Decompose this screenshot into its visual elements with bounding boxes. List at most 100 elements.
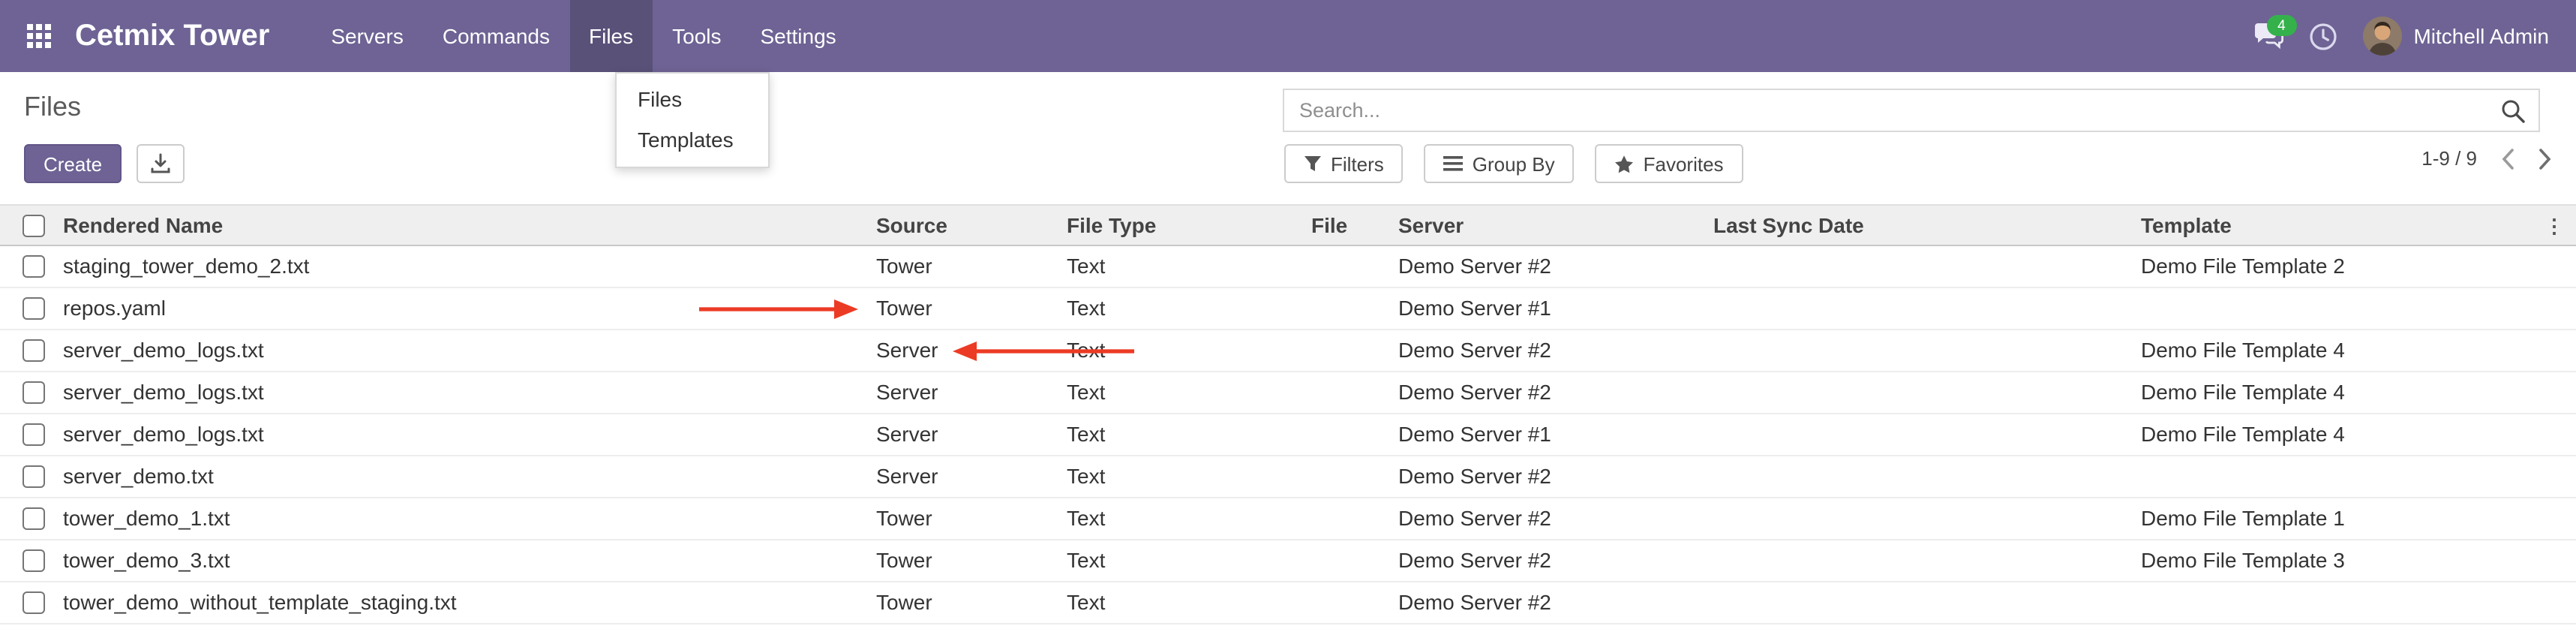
cell-template: Demo File Template 1 [2132,498,2532,539]
messages-button[interactable]: 4 [2253,23,2283,50]
row-checkbox[interactable] [23,381,45,404]
brand-title[interactable]: Cetmix Tower [75,19,269,53]
row-checkbox[interactable] [23,549,45,572]
list-actions: Create [24,144,185,183]
nav-menu-settings[interactable]: Settings [741,0,856,72]
cell-last-sync [1704,414,2132,455]
cell-source: Tower [867,540,1058,581]
cell-file-type: Text [1058,414,1302,455]
column-header-template[interactable]: Template [2132,206,2532,245]
clock-icon [2308,22,2337,50]
cell-file-type: Text [1058,372,1302,413]
cell-file [1302,372,1389,413]
pager-next-button[interactable] [2538,148,2552,169]
nav-menu-commands[interactable]: Commands [423,0,569,72]
row-checkbox[interactable] [23,297,45,320]
group-by-bars-icon [1444,155,1464,173]
cell-server: Demo Server #2 [1389,456,1704,497]
search-view-actions: Filters Group By Favorites [1284,144,1743,183]
cell-source: Server [867,372,1058,413]
cell-server: Demo Server #2 [1389,372,1704,413]
cell-rendered-name: staging_tower_demo_2.txt [54,246,867,287]
cell-last-sync [1704,330,2132,371]
cell-server: Demo Server #2 [1389,582,1704,623]
cell-last-sync [1704,288,2132,329]
cell-file [1302,330,1389,371]
cell-file-type: Text [1058,246,1302,287]
cell-last-sync [1704,372,2132,413]
cell-file [1302,540,1389,581]
table-row[interactable]: server_demo_logs.txt Server Text Demo Se… [0,372,2576,414]
row-checkbox[interactable] [23,591,45,614]
search-icon[interactable] [2501,98,2525,122]
cell-template: Demo File Template 4 [2132,414,2532,455]
apps-grid-icon [27,24,51,48]
cell-server: Demo Server #1 [1389,414,1704,455]
column-header-server[interactable]: Server [1389,206,1704,245]
star-icon [1615,154,1635,173]
apps-menu-button[interactable] [18,0,60,72]
table-row[interactable]: tower_demo_without_template_staging.txt … [0,582,2576,624]
cell-rendered-name: tower_demo_3.txt [54,540,867,581]
nav-menu-files[interactable]: Files [569,0,653,72]
row-checkbox[interactable] [23,465,45,488]
dropdown-item-templates[interactable]: Templates [617,120,768,161]
column-header-source[interactable]: Source [867,206,1058,245]
cell-last-sync [1704,456,2132,497]
cell-rendered-name: server_demo.txt [54,456,867,497]
column-header-file-type[interactable]: File Type [1058,206,1302,245]
cell-file-type: Text [1058,498,1302,539]
files-menu-dropdown: Files Templates [615,72,770,168]
activities-button[interactable] [2308,22,2337,50]
download-icon [150,153,171,174]
cell-last-sync [1704,498,2132,539]
cell-template [2132,456,2532,497]
export-button[interactable] [137,144,185,183]
table-row[interactable]: server_demo.txt Server Text Demo Server … [0,456,2576,498]
cell-rendered-name: tower_demo_without_template_staging.txt [54,582,867,623]
table-row[interactable]: staging_tower_demo_2.txt Tower Text Demo… [0,246,2576,288]
row-checkbox[interactable] [23,423,45,446]
table-row[interactable]: tower_demo_1.txt Tower Text Demo Server … [0,498,2576,540]
cell-file [1302,288,1389,329]
cell-source: Tower [867,246,1058,287]
row-checkbox[interactable] [23,255,45,278]
cell-server: Demo Server #2 [1389,498,1704,539]
table-row[interactable]: server_demo_logs.txt Server Text Demo Se… [0,414,2576,456]
files-list-table: Rendered Name Source File Type File Serv… [0,204,2576,624]
cell-server: Demo Server #2 [1389,246,1704,287]
chevron-left-icon [2501,148,2514,169]
favorites-button[interactable]: Favorites [1596,144,1743,183]
table-row[interactable]: tower_demo_3.txt Tower Text Demo Server … [0,540,2576,582]
navbar-right-group: 4 Mitchell Admin [2253,17,2576,56]
pager-previous-button[interactable] [2501,148,2514,169]
row-checkbox[interactable] [23,507,45,530]
nav-menu-servers[interactable]: Servers [311,0,422,72]
cell-file-type: Text [1058,456,1302,497]
cell-file-type: Text [1058,330,1302,371]
search-input[interactable] [1284,99,2501,122]
cell-source: Tower [867,498,1058,539]
cell-file [1302,414,1389,455]
cell-rendered-name: server_demo_logs.txt [54,330,867,371]
cell-rendered-name: server_demo_logs.txt [54,414,867,455]
user-menu[interactable]: Mitchell Admin [2362,17,2549,56]
cell-rendered-name: tower_demo_1.txt [54,498,867,539]
cell-template: Demo File Template 4 [2132,372,2532,413]
cell-source: Tower [867,288,1058,329]
select-all-checkbox[interactable] [23,215,45,237]
row-checkbox[interactable] [23,339,45,362]
optional-columns-toggle-icon[interactable]: ⋮ [2544,215,2564,237]
column-header-last-sync-date[interactable]: Last Sync Date [1704,206,2132,245]
dropdown-item-files[interactable]: Files [617,80,768,120]
user-avatar [2362,17,2401,56]
table-row[interactable]: repos.yaml Tower Text Demo Server #1 [0,288,2576,330]
table-row[interactable]: server_demo_logs.txt Server Text Demo Se… [0,330,2576,372]
group-by-button[interactable]: Group By [1425,144,1575,183]
column-header-rendered-name[interactable]: Rendered Name [54,206,867,245]
filters-button[interactable]: Filters [1284,144,1404,183]
nav-menu-tools[interactable]: Tools [653,0,740,72]
favorites-label: Favorites [1644,152,1724,175]
create-button[interactable]: Create [24,144,122,183]
column-header-file[interactable]: File [1302,206,1389,245]
